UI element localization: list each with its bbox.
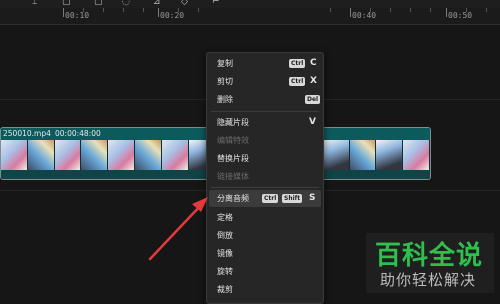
menu-item-cut[interactable]: 剪切 Ctrl X xyxy=(209,73,321,90)
menu-separator xyxy=(211,187,319,188)
shortcut-key: Ctrl xyxy=(262,194,279,203)
menu-item-reverse[interactable]: 倒放 xyxy=(209,227,321,244)
ruler-tick xyxy=(158,8,159,17)
freeze-icon[interactable]: ▢ xyxy=(94,0,103,7)
time-ruler[interactable]: 00:10 00:20 00:40 00:50 xyxy=(0,8,500,25)
ruler-tick xyxy=(466,8,467,12)
menu-item-label: 编辑特效 xyxy=(217,136,249,145)
menu-item-rotate[interactable]: 旋转 xyxy=(209,263,321,280)
ruler-tick xyxy=(63,8,64,17)
ruler-tick xyxy=(486,8,487,12)
shortcut-letter: C xyxy=(310,58,317,68)
menu-item-link-media: 链接媒体 xyxy=(209,168,321,185)
shortcut-key: Ctrl xyxy=(289,77,306,86)
menu-item-hide-clip[interactable]: 隐藏片段 V xyxy=(209,114,321,131)
rotate-icon[interactable]: ◇ xyxy=(181,0,188,7)
clip-thumbnail xyxy=(1,140,28,170)
menu-item-label: 复制 xyxy=(217,59,233,68)
ruler-label: 00:10 xyxy=(65,11,90,20)
timeline-toolbar: ⌶ ▢ ▢ ◌ ⊿ ◇ ⌐ xyxy=(0,0,500,8)
clip-thumbnail xyxy=(81,140,109,170)
menu-item-edit-effects: 编辑特效 xyxy=(209,132,321,149)
ruler-tick xyxy=(390,8,391,12)
clip-context-menu: 复制 Ctrl C 剪切 Ctrl X 删除 Del 隐藏片段 V 编辑特效 替… xyxy=(206,52,324,304)
menu-item-replace-clip[interactable]: 替换片段 xyxy=(209,150,321,167)
ruler-tick xyxy=(83,8,84,12)
reverse-icon[interactable]: ◌ xyxy=(122,0,130,7)
ruler-tick xyxy=(370,8,371,12)
ruler-label: 00:50 xyxy=(448,11,473,20)
clip-duration: 00:00:48:00 xyxy=(55,129,101,138)
clip-thumbnail xyxy=(322,140,350,170)
menu-item-label: 镜像 xyxy=(217,249,233,258)
crop-icon[interactable]: ⌐ xyxy=(212,0,220,7)
menu-item-label: 链接媒体 xyxy=(217,172,249,181)
shortcut-letter: S xyxy=(309,193,316,203)
ruler-tick xyxy=(410,8,411,12)
ruler-label: 00:20 xyxy=(160,11,185,20)
menu-item-label: 删除 xyxy=(217,95,233,104)
clip-thumbnail xyxy=(349,140,377,170)
menu-item-label: 裁剪 xyxy=(217,285,233,294)
watermark-subtitle: 助你轻松解决 xyxy=(380,271,477,289)
menu-item-delete[interactable]: 删除 Del xyxy=(209,91,321,108)
menu-item-freeze-frame[interactable]: 定格 xyxy=(209,209,321,226)
ruler-tick xyxy=(446,8,447,17)
split-icon[interactable]: ⌶ xyxy=(32,0,37,7)
clip-thumbnail xyxy=(135,140,162,170)
ruler-tick xyxy=(178,8,179,12)
clip-thumbnail xyxy=(27,140,55,170)
ruler-tick xyxy=(350,8,351,17)
clip-thumbnail xyxy=(403,140,430,170)
menu-item-label: 剪切 xyxy=(217,77,233,86)
menu-item-crop[interactable]: 裁剪 xyxy=(209,281,321,298)
clip-thumbnail xyxy=(161,140,189,170)
shortcut-key: Shift xyxy=(282,194,303,203)
menu-item-label: 分离音频 xyxy=(217,194,249,203)
menu-item-label: 替换片段 xyxy=(217,154,249,163)
menu-item-mirror[interactable]: 镜像 xyxy=(209,245,321,262)
shortcut-letter: X xyxy=(310,76,317,86)
delete-icon[interactable]: ▢ xyxy=(62,0,71,7)
arrow-shaft xyxy=(148,202,204,261)
ruler-tick xyxy=(123,8,124,12)
shortcut-key: Ctrl xyxy=(289,59,306,68)
ruler-tick xyxy=(103,8,104,12)
watermark-title: 百科全说 xyxy=(375,241,484,271)
clip-thumbnail xyxy=(108,140,136,170)
menu-separator xyxy=(211,111,319,112)
ruler-label: 00:40 xyxy=(352,11,377,20)
menu-item-separate-audio[interactable]: 分离音频 Ctrl Shift S xyxy=(209,190,321,207)
shortcut-key: Del xyxy=(305,95,321,104)
menu-item-label: 旋转 xyxy=(217,267,233,276)
clip-thumbnail xyxy=(376,140,404,170)
clip-file-name: 250010.mp4 xyxy=(3,129,51,138)
menu-item-copy[interactable]: 复制 Ctrl C xyxy=(209,55,321,72)
ruler-tick xyxy=(143,8,144,12)
ruler-tick xyxy=(430,8,431,12)
clip-thumbnail xyxy=(54,140,82,170)
ruler-tick xyxy=(330,8,331,12)
shortcut-letter: V xyxy=(309,117,316,127)
watermark: 百科全说 助你轻松解决 xyxy=(366,233,494,293)
menu-item-label: 倒放 xyxy=(217,231,233,240)
mirror-icon[interactable]: ⊿ xyxy=(153,0,161,7)
menu-item-label: 隐藏片段 xyxy=(217,118,249,127)
ruler-tick xyxy=(198,8,199,12)
menu-item-label: 定格 xyxy=(217,213,233,222)
